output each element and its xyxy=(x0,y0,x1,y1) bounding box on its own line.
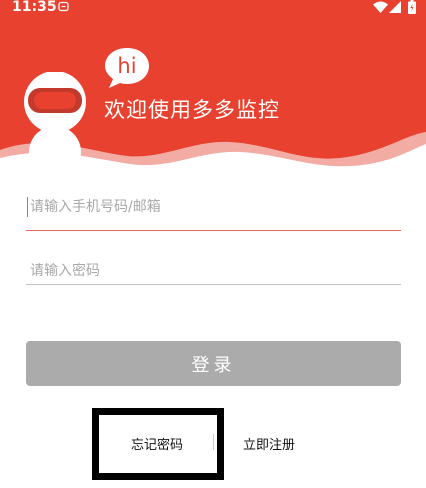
robot-mascot-icon xyxy=(24,72,86,172)
welcome-title: 欢迎使用多多监控 xyxy=(104,98,280,122)
hi-speech-bubble-icon: hi xyxy=(105,48,149,88)
login-button[interactable]: 登录 xyxy=(26,341,401,386)
password-input[interactable] xyxy=(26,256,405,286)
link-divider xyxy=(213,434,214,450)
sync-icon xyxy=(58,1,69,12)
status-bar: 11:35 xyxy=(0,0,426,16)
header-banner: 11:35 hi 欢迎使用多多监控 xyxy=(0,0,426,175)
password-field-underline xyxy=(26,284,401,285)
hi-bubble-text: hi xyxy=(117,54,136,78)
phone-email-field[interactable] xyxy=(26,192,405,222)
forgot-password-link[interactable]: 忘记密码 xyxy=(131,434,183,453)
phone-field-underline xyxy=(26,230,401,231)
status-time: 11:35 xyxy=(12,0,57,15)
signal-icon xyxy=(389,1,401,13)
text-cursor xyxy=(27,197,28,217)
register-link[interactable]: 立即注册 xyxy=(243,434,295,453)
password-field[interactable] xyxy=(26,256,405,286)
battery-icon xyxy=(408,0,416,14)
phone-email-input[interactable] xyxy=(26,192,405,222)
wifi-icon xyxy=(373,1,388,13)
